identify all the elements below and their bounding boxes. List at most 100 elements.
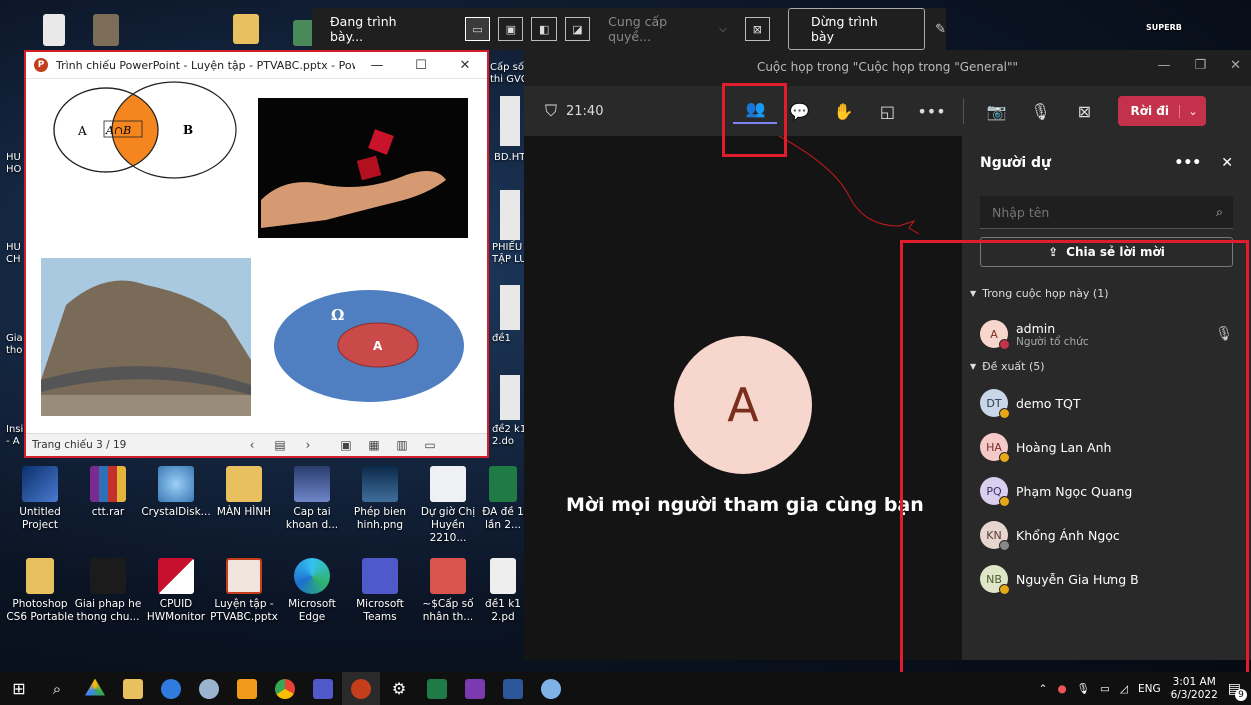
file-icon — [90, 558, 126, 594]
previous-slide-icon[interactable]: ‹ — [238, 438, 266, 452]
desktop-icon-teams[interactable]: Microsoft Teams — [344, 558, 416, 624]
slideshow-icon[interactable]: ▭ — [416, 438, 444, 452]
app-icon[interactable] — [190, 672, 228, 705]
desktop-icon[interactable] — [70, 14, 142, 50]
desktop-icon-crystaldisk[interactable]: CrystalDisk... — [140, 466, 212, 519]
raise-hand-icon[interactable]: ✋ — [821, 102, 865, 121]
next-slide-icon[interactable]: › — [294, 438, 322, 452]
normal-view-icon[interactable]: ▣ — [332, 438, 360, 452]
security-icon[interactable]: ● — [1057, 683, 1066, 695]
dice-photo — [258, 98, 468, 238]
word-icon[interactable] — [494, 672, 532, 705]
ppt-window-title: Trình chiếu PowerPoint - Luyện tập - PTV… — [56, 58, 355, 72]
chrome-icon[interactable] — [266, 672, 304, 705]
paint-icon[interactable] — [532, 672, 570, 705]
teams-icon — [362, 558, 398, 594]
file-explorer-icon[interactable] — [114, 672, 152, 705]
hwmonitor-icon — [158, 558, 194, 594]
more-options-icon[interactable]: ••• — [909, 102, 953, 121]
microphone-icon[interactable]: 🎙 — [1077, 682, 1090, 695]
mic-off-icon[interactable]: 🎙 — [1018, 102, 1062, 121]
rooms-icon[interactable]: ◱ — [865, 102, 909, 121]
onenote-icon[interactable] — [456, 672, 494, 705]
crystaldisk-icon — [158, 466, 194, 502]
close-icon[interactable]: ✕ — [1221, 155, 1233, 171]
desktop-icon-cap-tai-khoan[interactable]: Cap tai khoan d... — [276, 466, 348, 532]
reporter-layout-button[interactable]: ◪ — [564, 17, 591, 41]
app-icon[interactable] — [228, 672, 266, 705]
reading-view-icon[interactable]: ▥ — [388, 438, 416, 452]
leave-button[interactable]: Rời đi ⌄ — [1118, 96, 1206, 126]
teams-icon[interactable] — [304, 672, 342, 705]
stop-share-icon[interactable]: ⊠ — [1062, 102, 1106, 121]
minimize-button[interactable]: — — [355, 58, 399, 73]
file-icon — [500, 285, 520, 330]
camera-off-icon[interactable]: 📷 — [974, 102, 1018, 121]
meeting-window-title: Cuộc họp trong "Cuộc họp trong "General"… — [756, 60, 1019, 74]
desktop-icon-luyen-tap[interactable]: Luyện tập - PTVABC.pptx — [208, 558, 280, 624]
desktop-icon-giai-phap[interactable]: Giai phap he thong chu... — [72, 558, 144, 624]
close-button[interactable]: ✕ — [443, 58, 487, 73]
desktop-edge-label: Insi - A — [6, 424, 24, 447]
desktop-icon-da-de[interactable]: ĐA đề 1 lần 2... — [478, 466, 528, 532]
participant-search: ⌕ — [980, 196, 1233, 229]
omega-label: Ω — [331, 306, 344, 324]
desktop-icon-untitled-project[interactable]: Untitled Project — [4, 466, 76, 532]
desktop-icon-de1[interactable]: đề1 k1 2.pd — [478, 558, 528, 624]
network-icon[interactable]: ▭ — [1100, 683, 1110, 695]
desktop-icon-photoshop[interactable]: Photoshop CS6 Portable — [4, 558, 76, 624]
stop-sharing-icon[interactable]: ⊠ — [744, 17, 770, 41]
close-button[interactable]: ✕ — [1230, 58, 1241, 73]
system-tray: ⌃ ● 🎙 ▭ ◿ ENG 3:01 AM 6/3/2022 ▤ 9 — [1039, 676, 1251, 702]
desktop-edge-label: PHIẾU TẬP LU — [492, 242, 527, 265]
search-input[interactable] — [990, 203, 1216, 221]
desktop-icon-ctt-rar[interactable]: ctt.rar — [72, 466, 144, 519]
desktop-edge-label: HU CH — [6, 242, 21, 265]
restore-button[interactable]: ❐ — [1194, 58, 1206, 73]
presenting-label: Đang trình bày... — [330, 14, 397, 44]
desktop-icon-cap-so-nhan[interactable]: ~$Cấp số nhân th... — [412, 558, 484, 624]
language-indicator[interactable]: ENG — [1138, 683, 1161, 695]
search-icon[interactable]: ⌕ — [38, 672, 76, 705]
chevron-up-icon[interactable]: ⌃ — [1039, 683, 1048, 695]
slide-sorter-icon[interactable]: ▦ — [360, 438, 388, 452]
desktop-edge-label: Gia tho — [6, 333, 23, 356]
slide-graphics: A A∩B B Ω A — [41, 81, 468, 416]
desktop-icon-cpuid[interactable]: CPUID HWMonitor — [140, 558, 212, 624]
meeting-stage: A Mời mọi người tham gia cùng bạn — [524, 136, 962, 660]
start-button[interactable]: ⊞ — [0, 672, 38, 705]
highlight-participants-button — [722, 83, 787, 157]
powerpoint-icon[interactable] — [342, 672, 380, 705]
chevron-down-icon[interactable]: ⌵ — [719, 24, 727, 35]
settings-gear-icon[interactable]: ⚙ — [380, 672, 418, 705]
ppt-status-bar: Trang chiếu 3 / 19 ‹ ▤ › ▣ ▦ ▥ ▭ — [26, 433, 487, 456]
desktop-icon-man-hinh[interactable]: MÀN HÌNH — [208, 466, 280, 519]
search-icon[interactable]: ⌕ — [1216, 204, 1223, 220]
content-only-layout-button[interactable]: ▭ — [464, 17, 491, 41]
highlight-participants-panel — [900, 240, 1249, 675]
excel-icon[interactable] — [418, 672, 456, 705]
file-icon — [500, 375, 520, 420]
wifi-icon[interactable]: ◿ — [1120, 683, 1128, 695]
slide-menu-icon[interactable]: ▤ — [266, 438, 294, 452]
desktop-icon-phep-bien-hinh[interactable]: Phép bien hinh.png — [344, 466, 416, 532]
zalo-icon[interactable] — [152, 672, 190, 705]
minimize-button[interactable]: — — [1157, 58, 1170, 73]
desktop-icon-du-gio[interactable]: Dự giờ Chị Huyền 2210... — [412, 466, 484, 545]
image-icon — [362, 466, 398, 502]
powerpoint-file-icon — [226, 558, 262, 594]
maximize-button[interactable]: ☐ — [399, 58, 443, 73]
more-options-icon[interactable]: ••• — [1174, 155, 1201, 171]
give-control-dropdown[interactable]: Cung cấp quyề... — [608, 14, 711, 44]
google-drive-icon[interactable] — [76, 672, 114, 705]
pin-icon[interactable]: ✎ — [935, 22, 946, 37]
stop-presenting-button[interactable]: Dừng trình bày — [788, 8, 926, 50]
chevron-down-icon[interactable]: ⌄ — [1178, 104, 1206, 118]
clock[interactable]: 3:01 AM 6/3/2022 — [1171, 676, 1218, 702]
edge-icon — [294, 558, 330, 594]
notification-center-icon[interactable]: ▤ 9 — [1228, 681, 1247, 701]
standout-layout-button[interactable]: ▣ — [498, 17, 524, 41]
side-by-side-layout-button[interactable]: ◧ — [531, 17, 557, 41]
mountain-photo — [41, 258, 251, 416]
desktop-icon-edge[interactable]: Microsoft Edge — [276, 558, 348, 624]
